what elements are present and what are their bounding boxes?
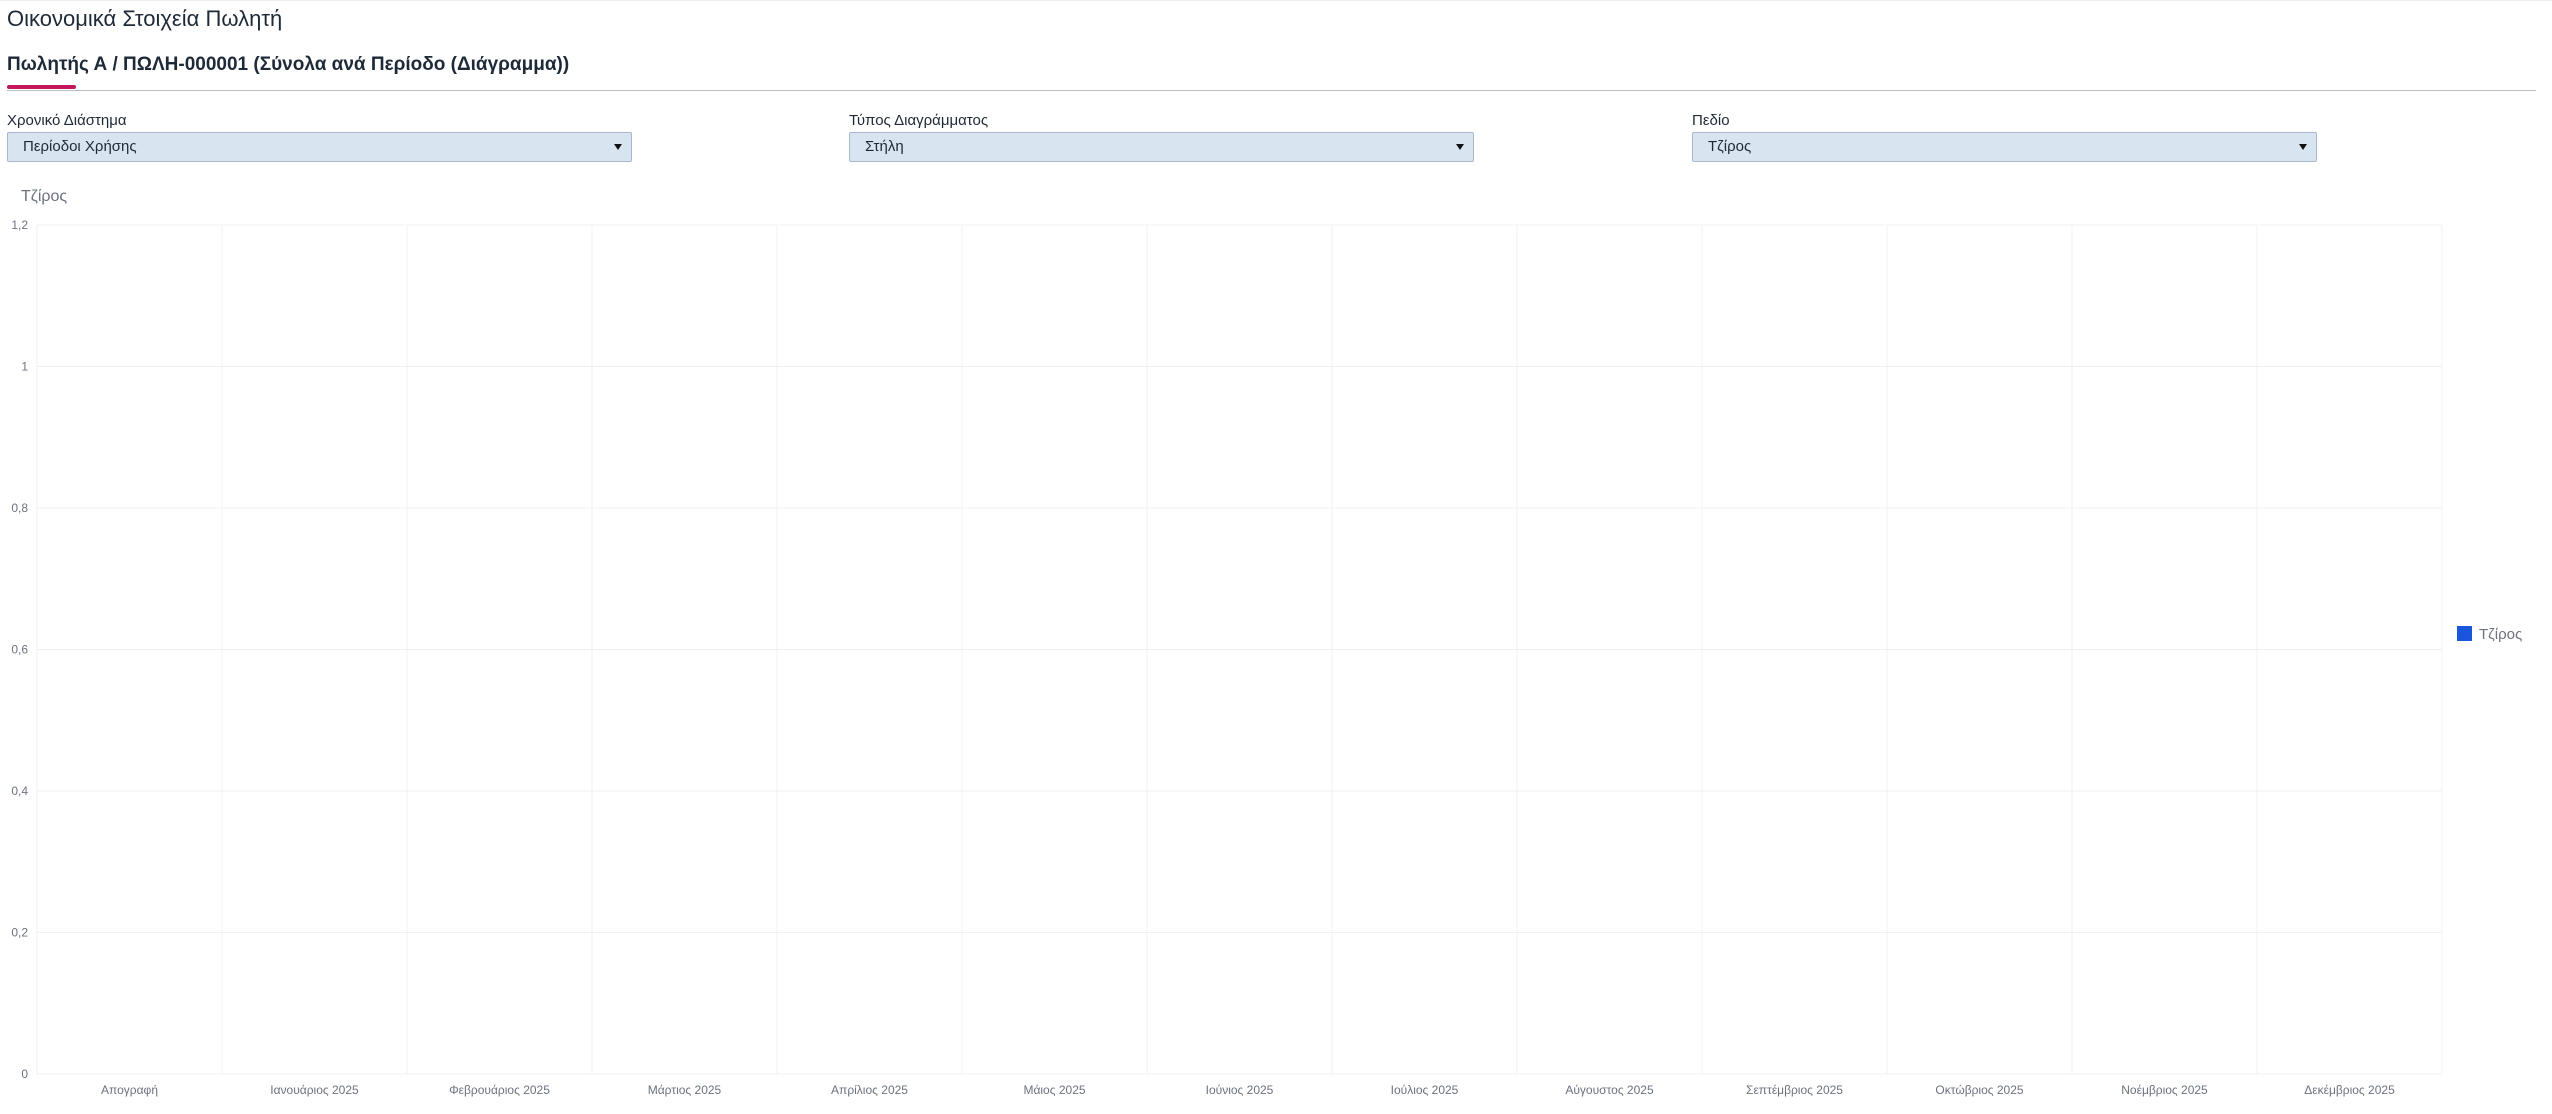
top-divider xyxy=(0,0,2552,1)
x-tick-label: Ιούνιος 2025 xyxy=(1206,1083,1274,1097)
x-tick-label: Απογραφή xyxy=(101,1083,158,1097)
period-filter: Χρονικό Διάστημα Περίοδοι Χρήσης xyxy=(7,112,632,162)
x-tick-label: Μάρτιος 2025 xyxy=(648,1083,722,1097)
period-select[interactable]: Περίοδοι Χρήσης xyxy=(7,132,632,162)
tab-bar: Πωλητής Α / ΠΩΛΗ-000001 (Σύνολα ανά Περί… xyxy=(7,52,2536,91)
x-tick-label: Σεπτέμβριος 2025 xyxy=(1746,1083,1843,1097)
x-tick-label: Φεβρουάριος 2025 xyxy=(449,1083,550,1097)
y-tick-label: 1 xyxy=(21,360,28,374)
x-tick-label: Οκτώβριος 2025 xyxy=(1935,1083,2023,1097)
chart-title: Τζίρος xyxy=(21,188,67,205)
field-filter: Πεδίο Τζίρος xyxy=(1692,112,2317,162)
x-tick-label: Αύγουστος 2025 xyxy=(1565,1083,1654,1097)
y-tick-label: 0,6 xyxy=(11,643,28,657)
field-select-value: Τζίρος xyxy=(1708,138,1752,155)
period-filter-label: Χρονικό Διάστημα xyxy=(7,112,127,129)
tab-seller-period-totals-chart[interactable]: Πωλητής Α / ΠΩΛΗ-000001 (Σύνολα ανά Περί… xyxy=(7,52,569,90)
x-tick-label: Νοέμβριος 2025 xyxy=(2121,1083,2208,1097)
period-select-value: Περίοδοι Χρήσης xyxy=(23,138,137,155)
y-tick-label: 1,2 xyxy=(11,218,28,232)
chart-type-select-value: Στήλη xyxy=(865,138,904,155)
x-axis-ticks: Απογραφή Ιανουάριος 2025 Φεβρουάριος 2025 Μ… xyxy=(101,1083,2395,1097)
y-tick-label: 0,8 xyxy=(11,501,28,515)
y-tick-label: 0,4 xyxy=(11,784,28,798)
caret-down-icon xyxy=(614,144,622,150)
x-tick-label: Δεκέμβριος 2025 xyxy=(2304,1083,2395,1097)
legend-swatch-turnover xyxy=(2457,626,2472,641)
caret-down-icon xyxy=(1456,144,1464,150)
legend-label-turnover: Τζίρος xyxy=(2479,626,2522,643)
y-axis-ticks: 0 0,2 0,4 0,6 0,8 1 1,2 xyxy=(11,218,28,1081)
turnover-chart: Τζίρος 0 0,2 0,4 0,6 0,8 1 1,2 Απογραφή Ιανουάρ… xyxy=(11,188,2522,1097)
chart-legend[interactable]: Τζίρος xyxy=(2457,626,2522,643)
chart-type-filter-label: Τύπος Διαγράμματος xyxy=(849,112,989,129)
x-tick-label: Μάιος 2025 xyxy=(1023,1083,1085,1097)
y-tick-label: 0 xyxy=(21,1067,28,1081)
chart-type-select[interactable]: Στήλη xyxy=(849,132,1474,162)
field-select[interactable]: Τζίρος xyxy=(1692,132,2317,162)
y-tick-label: 0,2 xyxy=(11,926,28,940)
x-tick-label: Ιανουάριος 2025 xyxy=(270,1083,359,1097)
chart-type-filter: Τύπος Διαγράμματος Στήλη xyxy=(849,112,1474,162)
caret-down-icon xyxy=(2299,144,2307,150)
x-tick-label: Ιούλιος 2025 xyxy=(1391,1083,1459,1097)
page-title: Οικονομικά Στοιχεία Πωλητή xyxy=(7,6,283,31)
x-tick-label: Απρίλιος 2025 xyxy=(831,1083,908,1097)
tab-label: Πωλητής Α / ΠΩΛΗ-000001 (Σύνολα ανά Περί… xyxy=(7,54,570,75)
active-tab-indicator xyxy=(7,85,76,89)
chart-gridlines xyxy=(36,224,2443,1075)
field-filter-label: Πεδίο xyxy=(1692,112,1730,129)
